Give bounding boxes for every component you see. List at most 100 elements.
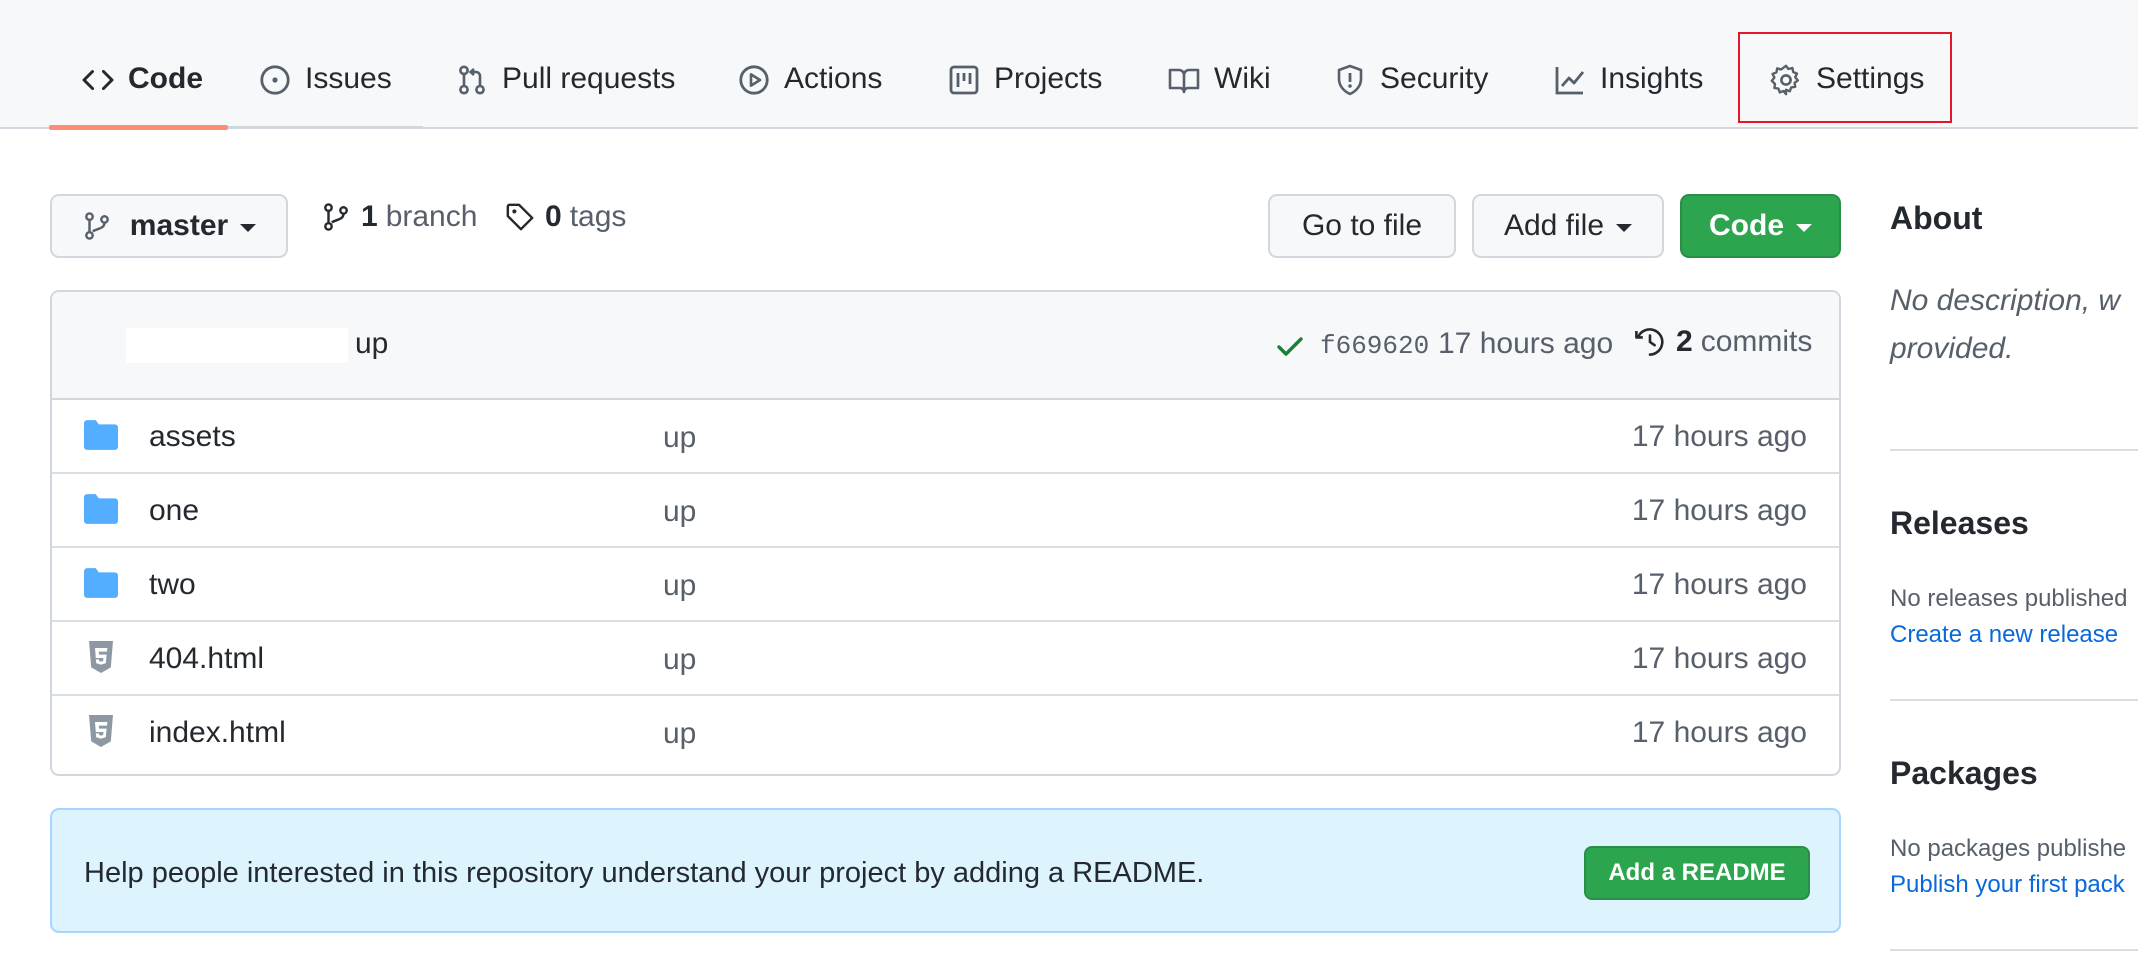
- tab-label: Code: [128, 62, 203, 95]
- file-name[interactable]: 404.html: [149, 642, 264, 676]
- file-row[interactable]: 404.html up 17 hours ago: [52, 622, 1839, 696]
- tab-label: Issues: [305, 62, 392, 95]
- commits-history-link[interactable]: 2 commits: [1634, 325, 1812, 359]
- code-dropdown-button[interactable]: Code: [1680, 194, 1841, 258]
- folder-icon: [84, 420, 118, 450]
- tab-settings[interactable]: Settings: [1770, 26, 1924, 132]
- readme-banner-text: Help people interested in this repositor…: [84, 857, 1205, 889]
- file-commit-message[interactable]: up: [663, 643, 696, 677]
- graph-icon: [1555, 67, 1585, 95]
- caret-down-icon: [1796, 224, 1812, 232]
- project-icon: [949, 65, 979, 95]
- play-icon: [739, 65, 769, 95]
- file-browser: up f669620 17 hours ago 2 commits assets…: [50, 290, 1841, 776]
- about-description-line: No description, w: [1890, 284, 2121, 317]
- branches-count: 1: [361, 200, 378, 233]
- commit-time: 17 hours ago: [1438, 327, 1614, 360]
- button-label: Go to file: [1301, 209, 1423, 242]
- about-heading: About: [1890, 200, 1983, 236]
- releases-heading[interactable]: Releases: [1890, 505, 2029, 542]
- book-icon: [1168, 68, 1200, 94]
- git-branch-icon: [324, 203, 348, 231]
- branch-select-button[interactable]: master: [50, 194, 288, 258]
- tab-label: Actions: [784, 62, 883, 95]
- button-label: Add file: [1503, 209, 1605, 242]
- repo-tab-nav: Code Issues Pull requests Actions Projec…: [0, 0, 2138, 132]
- history-icon: [1635, 328, 1664, 356]
- tags-link[interactable]: 0 tags: [505, 200, 626, 234]
- caret-down-icon: [1616, 224, 1633, 232]
- file-name[interactable]: two: [149, 568, 196, 602]
- divider: [1890, 949, 2138, 951]
- tab-code[interactable]: Code: [82, 26, 203, 132]
- file-name[interactable]: one: [149, 494, 199, 528]
- commits-count: 2: [1676, 325, 1693, 358]
- about-description: No description, w provided.: [1890, 277, 2138, 373]
- divider: [1890, 699, 2138, 701]
- branch-name: master: [129, 209, 229, 242]
- file-row[interactable]: two up 17 hours ago: [52, 548, 1839, 622]
- tab-insights[interactable]: Insights: [1554, 26, 1703, 132]
- tab-issues[interactable]: Issues: [259, 26, 392, 132]
- file-row[interactable]: one up 17 hours ago: [52, 474, 1839, 548]
- packages-heading[interactable]: Packages: [1890, 755, 2038, 792]
- file-time: 17 hours ago: [1631, 568, 1807, 601]
- tab-actions[interactable]: Actions: [738, 26, 882, 132]
- commits-label: commits: [1700, 325, 1813, 358]
- redacted-author: [126, 328, 348, 363]
- file-row[interactable]: assets up 17 hours ago: [52, 400, 1839, 474]
- file-commit-message[interactable]: up: [663, 495, 696, 529]
- tab-wiki[interactable]: Wiki: [1168, 26, 1271, 132]
- check-icon[interactable]: [1274, 330, 1306, 362]
- tab-label: Wiki: [1214, 62, 1271, 95]
- file-time: 17 hours ago: [1631, 642, 1807, 675]
- add-readme-button[interactable]: Add a README: [1584, 846, 1810, 900]
- packages-empty-text: No packages publishe: [1890, 835, 2127, 862]
- commit-sha-link[interactable]: f669620: [1320, 331, 1429, 361]
- tag-icon: [506, 203, 534, 231]
- branches-label: branch: [385, 200, 478, 233]
- tab-pull-requests[interactable]: Pull requests: [456, 26, 675, 132]
- latest-commit-bar: up f669620 17 hours ago 2 commits: [52, 292, 1839, 400]
- active-tab-underline: [49, 125, 228, 130]
- create-release-link[interactable]: Create a new release: [1890, 621, 2118, 649]
- go-to-file-button[interactable]: Go to file: [1268, 194, 1456, 258]
- branches-link[interactable]: 1 branch: [321, 200, 477, 234]
- file-name[interactable]: index.html: [149, 716, 286, 750]
- issue-opened-icon: [260, 65, 290, 95]
- tab-label: Pull requests: [502, 62, 676, 95]
- file-row[interactable]: index.html up 17 hours ago: [52, 696, 1839, 770]
- file-commit-message[interactable]: up: [663, 569, 696, 603]
- publish-package-link[interactable]: Publish your first pack: [1890, 871, 2125, 899]
- about-description-line: provided.: [1890, 332, 2014, 365]
- button-label: Code: [1709, 209, 1784, 242]
- git-branch-icon: [84, 212, 109, 240]
- caret-down-icon: [240, 224, 257, 232]
- file-time: 17 hours ago: [1631, 420, 1807, 453]
- shield-icon: [1337, 64, 1363, 96]
- tab-security[interactable]: Security: [1334, 26, 1488, 132]
- latest-commit-message[interactable]: up: [355, 327, 388, 361]
- folder-icon: [84, 568, 118, 598]
- add-readme-banner: Help people interested in this repositor…: [50, 808, 1841, 933]
- tab-label: Insights: [1600, 62, 1704, 95]
- tab-hover-underline: [228, 126, 423, 129]
- tab-label: Projects: [994, 62, 1103, 95]
- file-commit-message[interactable]: up: [663, 421, 696, 455]
- tab-projects[interactable]: Projects: [948, 26, 1102, 132]
- file-commit-message[interactable]: up: [663, 717, 696, 751]
- button-label: Add a README: [1608, 859, 1786, 886]
- divider: [1890, 449, 2138, 451]
- code-icon: [82, 69, 114, 91]
- add-file-button[interactable]: Add file: [1472, 194, 1664, 258]
- tab-label: Settings: [1816, 62, 1925, 95]
- releases-empty-text: No releases published: [1890, 585, 2128, 612]
- file-time: 17 hours ago: [1631, 494, 1807, 527]
- file-name[interactable]: assets: [149, 420, 236, 454]
- gear-icon: [1770, 64, 1799, 96]
- tab-label: Security: [1380, 62, 1489, 95]
- tags-count: 0: [545, 200, 562, 233]
- git-pull-request-icon: [459, 65, 485, 95]
- file-time: 17 hours ago: [1631, 716, 1807, 749]
- html5-file-icon: [89, 715, 113, 747]
